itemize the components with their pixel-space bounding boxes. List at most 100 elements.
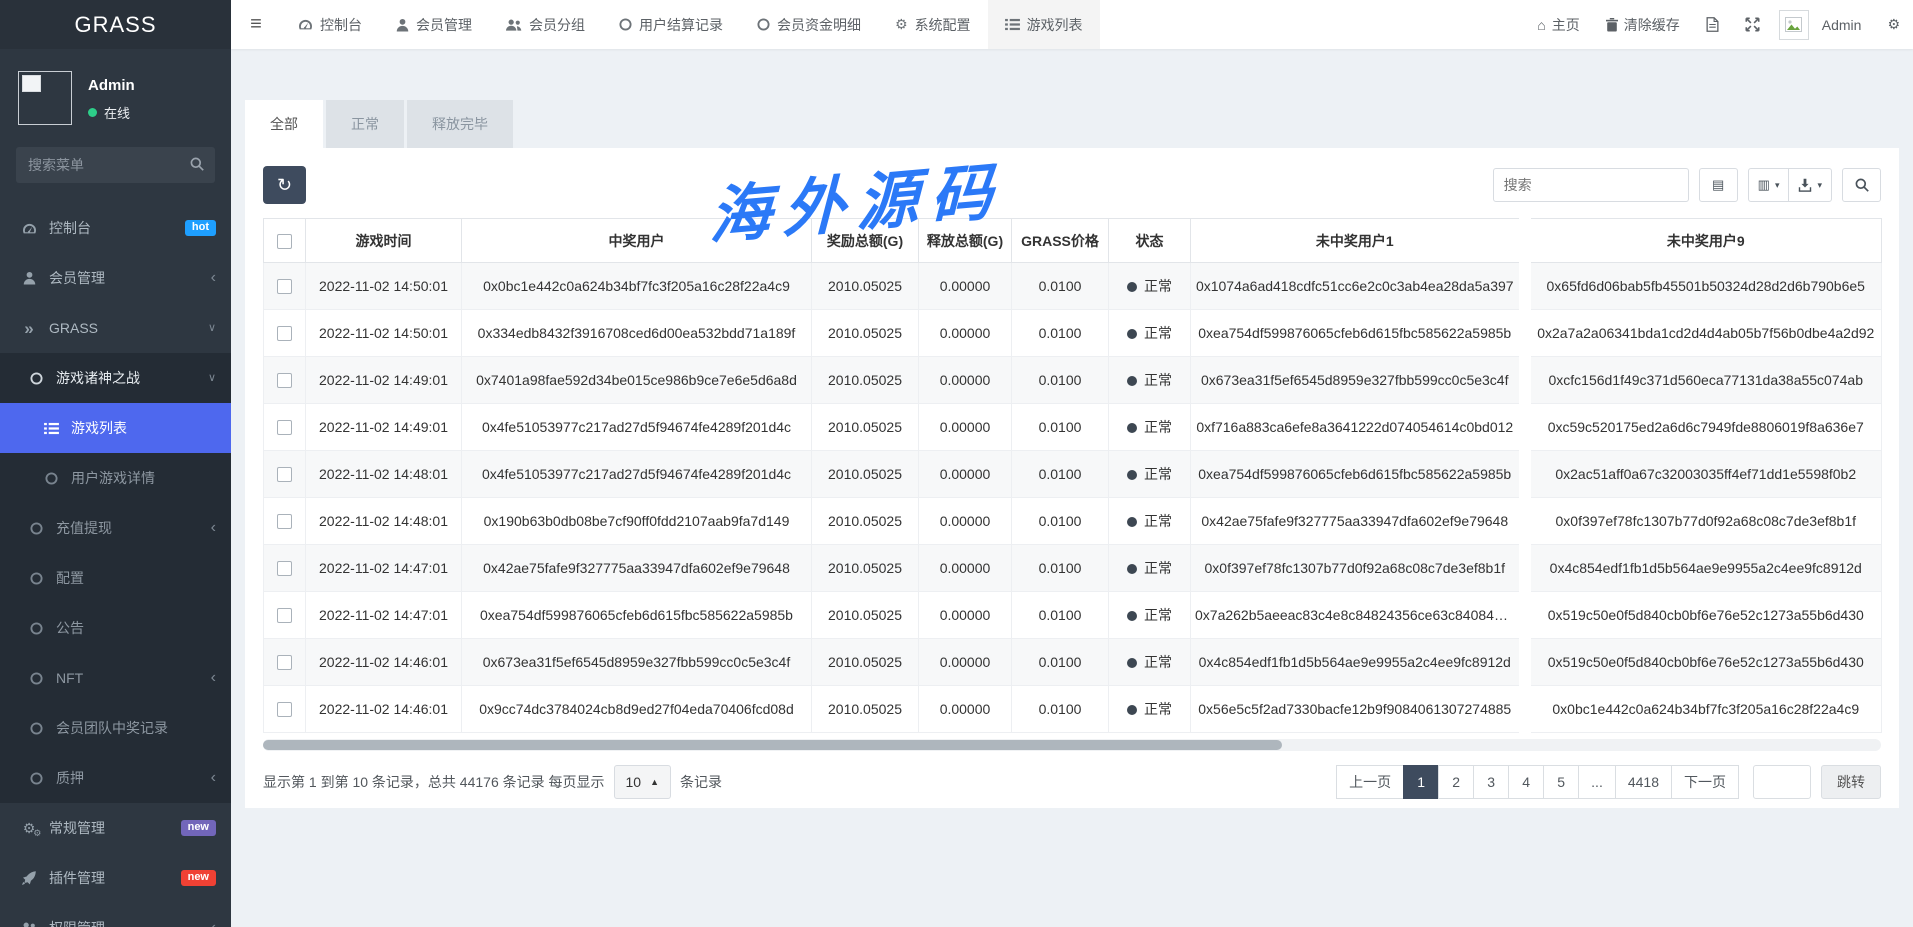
sidebar-item[interactable]: 会员管理‹ xyxy=(0,253,231,303)
column-header: 未中奖用户9 xyxy=(1525,219,1882,263)
sidebar-item[interactable]: NFT‹ xyxy=(0,653,231,703)
sidebar-item[interactable]: 游戏列表 xyxy=(0,403,231,453)
page-button[interactable]: 3 xyxy=(1473,765,1509,799)
table-row: 2022-11-02 14:50:010x0bc1e442c0a624b34bf… xyxy=(264,263,1882,310)
fullscreen-button[interactable] xyxy=(1732,0,1773,49)
page-button[interactable]: 2 xyxy=(1438,765,1474,799)
tab-item[interactable]: 释放完毕 xyxy=(407,100,513,148)
status-dot xyxy=(1127,423,1137,433)
sidebar-item-label: GRASS xyxy=(49,320,98,336)
toggle-view-button[interactable]: ▤ xyxy=(1699,168,1738,202)
row-checkbox[interactable] xyxy=(277,467,292,482)
page-size-select[interactable]: 10 ▲ xyxy=(614,765,672,799)
row-checkbox[interactable] xyxy=(277,514,292,529)
row-select-cell xyxy=(264,639,306,686)
status-dot xyxy=(1127,705,1137,715)
sidebar-item[interactable]: 插件管理new xyxy=(0,853,231,903)
column-header: 状态 xyxy=(1109,219,1191,263)
row-checkbox[interactable] xyxy=(277,655,292,670)
topnav-item[interactable]: 用户结算记录 xyxy=(602,0,740,49)
sidebar-item[interactable]: 配置 xyxy=(0,553,231,603)
row-select-cell xyxy=(264,686,306,733)
sidebar-item[interactable]: 会员团队中奖记录 xyxy=(0,703,231,753)
circle-icon xyxy=(25,622,47,635)
user-menu[interactable]: Admin xyxy=(1809,0,1875,49)
search-icon[interactable] xyxy=(190,157,204,171)
row-checkbox[interactable] xyxy=(277,373,292,388)
winner-cell: 0xea754df599876065cfeb6d615fbc585622a598… xyxy=(462,592,812,639)
grass-price-cell: 0.0100 xyxy=(1012,451,1109,498)
prev-page-button[interactable]: 上一页 xyxy=(1336,765,1404,799)
sidebar-item-label: 用户游戏详情 xyxy=(71,468,155,488)
translate-button[interactable] xyxy=(1693,0,1732,49)
sidebar-item[interactable]: »GRASS∨ xyxy=(0,303,231,353)
sidebar-item[interactable]: 用户游戏详情 xyxy=(0,453,231,503)
page-button[interactable]: 4418 xyxy=(1615,765,1672,799)
grass-price-cell: 0.0100 xyxy=(1012,686,1109,733)
show-search-button[interactable] xyxy=(1842,168,1881,202)
sidebar-item[interactable]: 公告 xyxy=(0,603,231,653)
list-icon xyxy=(40,422,62,435)
row-checkbox[interactable] xyxy=(277,279,292,294)
row-checkbox[interactable] xyxy=(277,420,292,435)
double-angle-icon: » xyxy=(18,320,40,337)
row-select-cell xyxy=(264,498,306,545)
sidebar-item[interactable]: 充值提现‹ xyxy=(0,503,231,553)
circle-icon xyxy=(25,722,47,735)
grass-price-cell: 0.0100 xyxy=(1012,404,1109,451)
status-cell: 正常 xyxy=(1109,639,1191,686)
row-checkbox[interactable] xyxy=(277,561,292,576)
row-checkbox[interactable] xyxy=(277,702,292,717)
topnav-item[interactable]: 游戏列表 xyxy=(988,0,1100,49)
sidebar-item[interactable]: 质押‹ xyxy=(0,753,231,803)
clear-cache-button[interactable]: 清除缓存 xyxy=(1593,0,1693,49)
tab-active[interactable]: 全部 xyxy=(245,100,323,148)
columns-button[interactable]: ▥▾ xyxy=(1748,168,1790,202)
row-checkbox[interactable] xyxy=(277,326,292,341)
row-select-cell xyxy=(264,263,306,310)
status-label: 正常 xyxy=(1144,372,1172,388)
status-label: 正常 xyxy=(1144,278,1172,294)
row-checkbox[interactable] xyxy=(277,608,292,623)
sidebar-item[interactable]: 控制台hot xyxy=(0,203,231,253)
avatar[interactable] xyxy=(1779,10,1809,40)
home-link[interactable]: ⌂ 主页 xyxy=(1524,0,1592,49)
list-icon xyxy=(1005,18,1020,31)
released-total-cell: 0.00000 xyxy=(919,310,1012,357)
grass-price-cell: 0.0100 xyxy=(1012,592,1109,639)
topnav-item[interactable]: 控制台 xyxy=(281,0,379,49)
topnav-item[interactable]: 会员分组 xyxy=(489,0,602,49)
toolbar-button-group: ▥▾ ▾ xyxy=(1748,168,1832,202)
horizontal-scrollbar xyxy=(263,739,1881,751)
jump-button[interactable]: 跳转 xyxy=(1821,765,1881,799)
sidebar-item[interactable]: 游戏诸神之战∨ xyxy=(0,353,231,403)
export-button[interactable]: ▾ xyxy=(1788,168,1832,202)
reward-total-cell: 2010.05025 xyxy=(812,639,919,686)
page-button[interactable]: 5 xyxy=(1543,765,1579,799)
scrollbar-thumb[interactable] xyxy=(263,740,1282,750)
page-buttons: 上一页12345...4418下一页 xyxy=(1337,765,1739,799)
circle-icon xyxy=(757,18,770,31)
topnav-item[interactable]: 会员管理 xyxy=(379,0,489,49)
select-all-checkbox[interactable] xyxy=(277,234,292,249)
settings-button[interactable]: ⚙ xyxy=(1874,0,1913,49)
sidebar-item[interactable]: 权限管理‹ xyxy=(0,903,231,927)
page-button[interactable]: ... xyxy=(1578,765,1616,799)
table-search-input[interactable] xyxy=(1493,168,1689,202)
tab-item[interactable]: 正常 xyxy=(326,100,404,148)
next-page-button[interactable]: 下一页 xyxy=(1671,765,1739,799)
status-dot xyxy=(1127,470,1137,480)
column-header: GRASS价格 xyxy=(1012,219,1109,263)
page-button[interactable]: 1 xyxy=(1403,765,1439,799)
caret-down-icon: ▾ xyxy=(1817,180,1822,191)
topnav-item[interactable]: 会员资金明细 xyxy=(740,0,878,49)
menu-search-input[interactable] xyxy=(16,147,215,183)
refresh-button[interactable]: ↻ xyxy=(263,166,306,204)
topnav-item[interactable]: ⚙系统配置 xyxy=(878,0,988,49)
jump-page-input[interactable] xyxy=(1753,765,1811,799)
column-header: 释放总额(G) xyxy=(919,219,1012,263)
page-button[interactable]: 4 xyxy=(1508,765,1544,799)
hamburger-menu-icon[interactable]: ≡ xyxy=(231,0,281,49)
sidebar-item[interactable]: ⚙⚙常规管理new xyxy=(0,803,231,853)
loser9-cell: 0x0f397ef78fc1307b77d0f92a68c08c7de3ef8b… xyxy=(1525,498,1882,545)
